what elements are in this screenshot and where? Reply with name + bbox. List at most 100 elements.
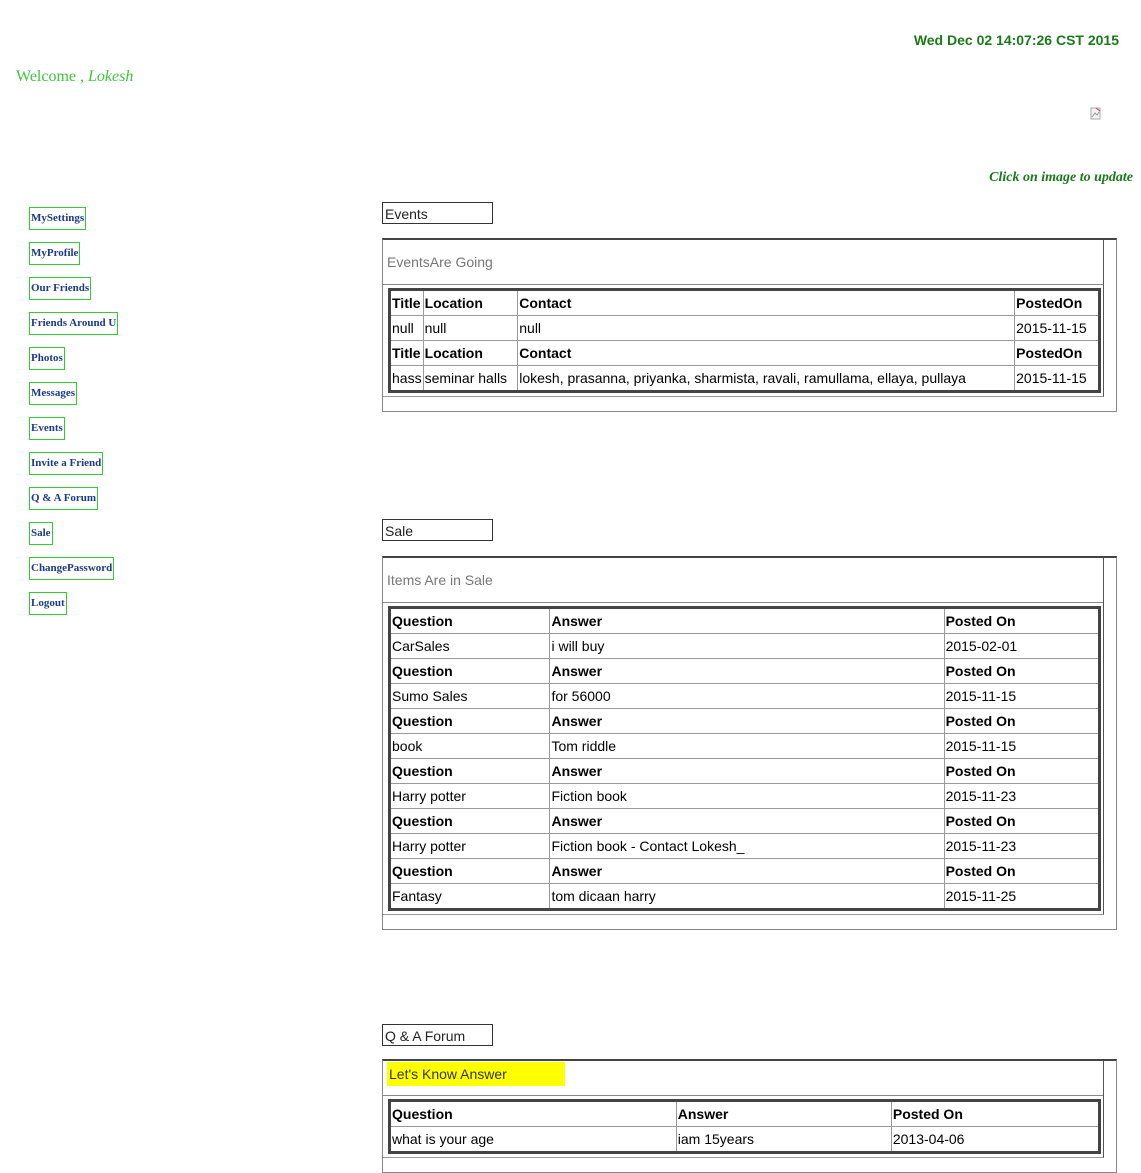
nav-link-our-friends[interactable]: Our Friends — [29, 277, 92, 300]
server-datetime: Wed Dec 02 14:07:26 CST 2015 — [913, 32, 1119, 48]
events-header-row: Title Location Contact PostedOn — [389, 289, 1100, 316]
forum-header-row: Question Answer Posted On — [389, 1100, 1101, 1127]
sale-column-header: Posted On — [943, 858, 1101, 884]
sale-table-cell: Tom riddle — [549, 733, 945, 759]
events-table-cell: null — [422, 315, 519, 341]
sale-column-header: Question — [388, 708, 551, 734]
events-table-row: null null null 2015-11-15 — [389, 315, 1100, 341]
nav-link-events[interactable]: Events — [29, 417, 65, 440]
nav-link-changepassword[interactable]: ChangePassword — [29, 557, 115, 580]
events-panel: EventsAre Going Title Location Contact Post… — [382, 238, 1117, 412]
events-table-row: hass seminar halls lokesh, prasanna, priya… — [389, 365, 1100, 392]
sale-table-cell: 2015-11-25 — [943, 883, 1101, 910]
sale-header-row: Question Answer Posted On — [388, 808, 1101, 834]
forum-panel: Let's Know Answer Question Answer Posted O… — [382, 1059, 1117, 1173]
sale-column-header: Answer — [549, 708, 945, 734]
sale-column-header: Question — [388, 758, 551, 784]
sidebar-nav: MySettings MyProfile Our Friends Friends Ar… — [29, 207, 119, 627]
sale-section-label: Sale — [382, 519, 493, 541]
sale-table: Question Answer Posted On CarSales i will bu… — [388, 606, 1101, 911]
sale-column-header: Posted On — [943, 708, 1101, 734]
nav-link-logout[interactable]: Logout — [29, 592, 67, 615]
sale-column-header: Question — [388, 658, 551, 684]
sale-column-header: Posted On — [943, 658, 1101, 684]
sale-table-row: book Tom riddle 2015-11-15 — [388, 733, 1101, 759]
sale-column-header: Question — [388, 607, 551, 634]
sale-table-cell: i will buy — [549, 633, 945, 659]
events-header-row: Title Location Contact PostedOn — [389, 340, 1100, 366]
sale-table-cell: tom dicaan harry — [549, 883, 945, 910]
sale-panel: Items Are in Sale Question Answer Posted O… — [382, 556, 1117, 930]
sale-table-cell: Harry potter — [388, 783, 551, 809]
forum-table-cell: iam 15years — [675, 1126, 892, 1153]
events-column-header: Location — [422, 340, 519, 366]
sale-table-cell: CarSales — [388, 633, 551, 659]
events-table-cell: hass — [389, 365, 424, 392]
events-column-header: Location — [422, 289, 519, 316]
forum-table-cell: what is your age — [389, 1126, 677, 1153]
sale-table-cell: 2015-11-23 — [943, 783, 1101, 809]
nav-link-mysettings[interactable]: MySettings — [29, 207, 87, 230]
forum-caption: Let's Know Answer — [383, 1061, 1103, 1096]
forum-table-row: what is your age iam 15years 2013-04-06 — [389, 1126, 1101, 1153]
sale-table-row: CarSales i will buy 2015-02-01 — [388, 633, 1101, 659]
sale-table-cell: for 56000 — [549, 683, 945, 709]
events-column-header: PostedOn — [1014, 340, 1100, 366]
events-column-header: Title — [389, 340, 424, 366]
sale-table-cell: Sumo Sales — [388, 683, 551, 709]
sale-table-cell: Fiction book — [549, 783, 945, 809]
sale-table-row: Fantasy tom dicaan harry 2015-11-25 — [388, 883, 1101, 910]
sale-table-cell: Fiction book - Contact Lokesh_ — [549, 833, 945, 859]
events-column-header: Contact — [517, 340, 1016, 366]
events-table-cell: null — [517, 315, 1016, 341]
sale-table-cell: 2015-11-15 — [943, 683, 1101, 709]
nav-link-messages[interactable]: Messages — [29, 382, 77, 405]
sale-column-header: Answer — [549, 658, 945, 684]
events-table: Title Location Contact PostedOn null null null… — [388, 288, 1101, 393]
sale-table-cell: 2015-02-01 — [943, 633, 1101, 659]
forum-table: Question Answer Posted On what is your age i… — [388, 1099, 1101, 1154]
events-table-cell: 2015-11-15 — [1014, 365, 1100, 392]
events-column-header: Contact — [517, 289, 1016, 316]
forum-caption-text: Let's Know Answer — [387, 1062, 565, 1086]
welcome-username: Lokesh — [88, 68, 134, 85]
forum-column-header: Answer — [675, 1100, 892, 1127]
nav-link-friends-around-u[interactable]: Friends Around U — [29, 312, 119, 335]
sale-caption: Items Are in Sale — [383, 558, 1103, 603]
sale-column-header: Answer — [549, 808, 945, 834]
events-table-cell: lokesh, prasanna, priyanka, sharmista, r… — [517, 365, 1016, 392]
sale-header-row: Question Answer Posted On — [388, 708, 1101, 734]
welcome-message: Welcome , Lokesh — [16, 68, 133, 86]
forum-column-header: Question — [389, 1100, 677, 1127]
sale-header-row: Question Answer Posted On — [388, 758, 1101, 784]
sale-table-cell: Harry potter — [388, 833, 551, 859]
sale-header-row: Question Answer Posted On — [388, 658, 1101, 684]
nav-link-myprofile[interactable]: MyProfile — [29, 242, 81, 265]
welcome-prefix: Welcome , — [16, 68, 89, 85]
broken-image-icon[interactable] — [1090, 107, 1102, 121]
events-column-header: Title — [389, 289, 424, 316]
sale-column-header: Answer — [549, 758, 945, 784]
forum-section-label: Q & A Forum — [382, 1024, 493, 1046]
nav-link-invite-a-friend[interactable]: Invite a Friend — [29, 452, 104, 475]
sale-column-header: Question — [388, 858, 551, 884]
nav-link-photos[interactable]: Photos — [29, 347, 65, 370]
sale-column-header: Posted On — [943, 758, 1101, 784]
sale-table-row: Sumo Sales for 56000 2015-11-15 — [388, 683, 1101, 709]
sale-table-cell: 2015-11-15 — [943, 733, 1101, 759]
sale-column-header: Answer — [549, 607, 945, 634]
forum-table-cell: 2013-04-06 — [890, 1126, 1101, 1153]
events-table-cell: null — [389, 315, 424, 341]
sale-table-cell: Fantasy — [388, 883, 551, 910]
nav-link-q-a-forum[interactable]: Q & A Forum — [29, 487, 99, 510]
events-caption: EventsAre Going — [383, 240, 1103, 285]
sale-column-header: Posted On — [943, 607, 1101, 634]
events-column-header: PostedOn — [1014, 289, 1100, 316]
events-table-cell: 2015-11-15 — [1014, 315, 1100, 341]
nav-link-sale[interactable]: Sale — [29, 522, 53, 545]
events-section-label: Events — [382, 202, 493, 224]
sale-column-header: Answer — [549, 858, 945, 884]
sale-header-row: Question Answer Posted On — [388, 607, 1101, 634]
sale-column-header: Posted On — [943, 808, 1101, 834]
sale-column-header: Question — [388, 808, 551, 834]
